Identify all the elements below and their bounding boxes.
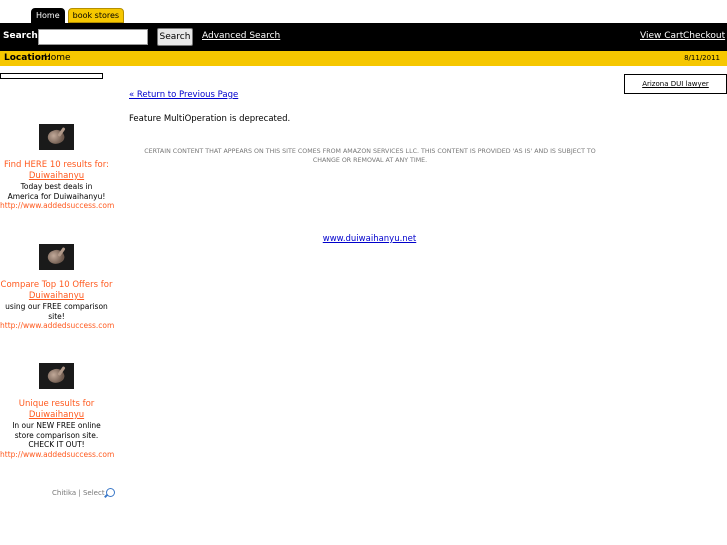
top-tabs: Home book stores <box>31 8 125 23</box>
search-bar: Search Search Advanced Search View Cart … <box>0 23 727 51</box>
checkout-link[interactable]: Checkout <box>683 31 725 41</box>
right-ad-box: Arizona DUI lawyer <box>624 74 727 94</box>
ad-url[interactable]: http://www.addedsuccess.com <box>0 201 114 211</box>
ad-headline[interactable]: Compare Top 10 Offers for <box>0 280 113 291</box>
ad-block[interactable]: Unique results for Duiwaihanyu In our NE… <box>0 363 114 460</box>
date-label: 8/11/2011 <box>684 54 720 62</box>
tab-home[interactable]: Home <box>31 8 65 23</box>
ad-description: In our NEW FREE online store comparison … <box>12 421 101 449</box>
ad-thumbnail[interactable] <box>39 244 74 270</box>
ad-thumbnail[interactable] <box>39 124 74 150</box>
arizona-dui-lawyer-link[interactable]: Arizona DUI lawyer <box>642 80 709 88</box>
ad-keyword-link[interactable]: Duiwaihanyu <box>0 410 113 421</box>
ad-url[interactable]: http://www.addedsuccess.com <box>0 450 114 460</box>
tab-book-stores[interactable]: book stores <box>67 8 125 23</box>
ad-block[interactable]: Compare Top 10 Offers for Duiwaihanyu us… <box>0 244 114 331</box>
ad-description: Today best deals in America for Duiwaiha… <box>7 182 106 201</box>
deprecated-message: Feature MultiOperation is deprecated. <box>129 114 291 124</box>
ad-headline[interactable]: Unique results for <box>0 399 113 410</box>
left-empty-box <box>0 73 103 79</box>
view-cart-link[interactable]: View Cart <box>640 31 683 41</box>
location-value: Home <box>44 53 71 63</box>
ad-url[interactable]: http://www.addedsuccess.com <box>0 321 114 331</box>
amazon-disclaimer: CERTAIN CONTENT THAT APPEARS ON THIS SIT… <box>144 148 596 164</box>
search-label: Search <box>3 31 38 41</box>
chitika-label[interactable]: Chitika | Select <box>52 489 105 497</box>
ad-headline[interactable]: Find HERE 10 results for: <box>0 160 113 171</box>
ad-description: using our FREE comparison site! <box>5 302 108 321</box>
domain-link[interactable]: www.duiwaihanyu.net <box>129 234 610 244</box>
magnifier-icon[interactable] <box>105 488 115 497</box>
return-to-previous-page-link[interactable]: « Return to Previous Page <box>129 90 238 100</box>
ad-keyword-link[interactable]: Duiwaihanyu <box>0 291 113 302</box>
chitika-select-link[interactable]: Chitika | Select <box>52 488 115 497</box>
location-bar: Location: Home 8/11/2011 <box>0 51 727 66</box>
ad-keyword-link[interactable]: Duiwaihanyu <box>0 171 113 182</box>
ad-thumbnail[interactable] <box>39 363 74 389</box>
search-input[interactable] <box>38 29 148 45</box>
search-button[interactable]: Search <box>157 28 193 46</box>
ad-block[interactable]: Find HERE 10 results for: Duiwaihanyu To… <box>0 124 114 211</box>
advanced-search-link[interactable]: Advanced Search <box>202 31 280 41</box>
